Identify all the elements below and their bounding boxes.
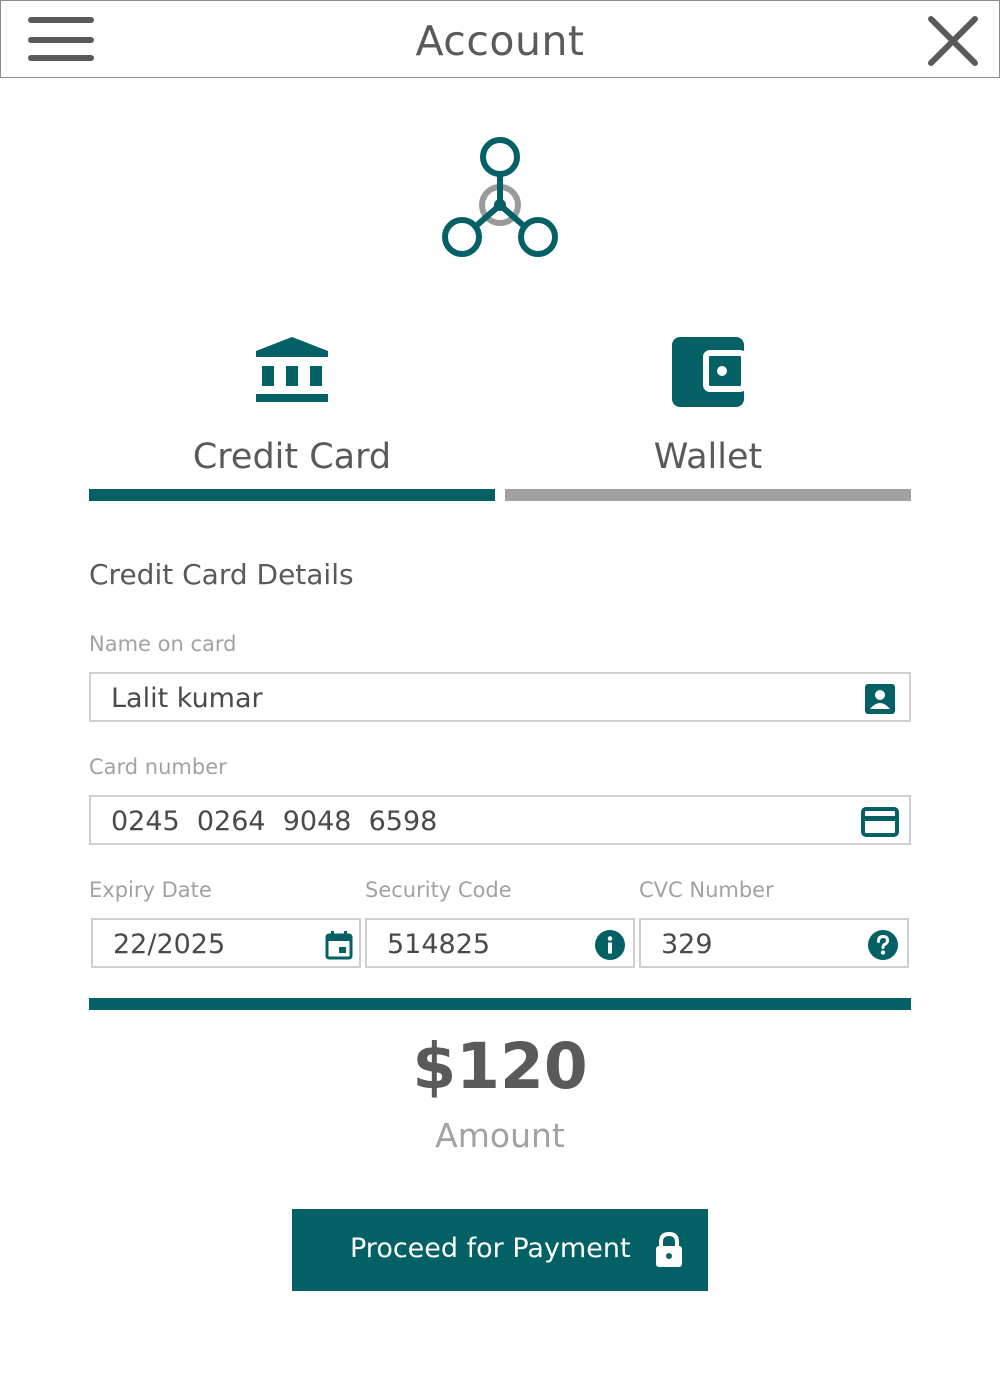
- security-code-field: [365, 918, 635, 968]
- amount-label: Amount: [435, 1116, 565, 1155]
- security-code-input[interactable]: [387, 926, 577, 962]
- name-input[interactable]: [111, 680, 831, 716]
- proceed-payment-button[interactable]: Proceed for Payment: [292, 1209, 708, 1291]
- help-icon[interactable]: [868, 930, 898, 960]
- card-number-input[interactable]: [111, 803, 831, 839]
- tab-inactive-indicator: [505, 489, 911, 501]
- name-label: Name on card: [89, 632, 237, 656]
- proceed-payment-label: Proceed for Payment: [350, 1233, 631, 1264]
- tab-credit-card[interactable]: Credit Card: [89, 325, 495, 505]
- tab-label: Credit Card: [192, 437, 392, 477]
- lock-icon: [654, 1231, 684, 1269]
- wallet-icon: [505, 333, 911, 409]
- calendar-icon[interactable]: [325, 930, 355, 960]
- info-icon[interactable]: [595, 930, 625, 960]
- credit-card-icon: [861, 807, 899, 837]
- card-number-field: [89, 795, 911, 845]
- bank-icon: [89, 333, 495, 409]
- section-title: Credit Card Details: [89, 558, 354, 591]
- card-number-label: Card number: [89, 755, 227, 779]
- contact-card-icon: [865, 684, 895, 714]
- tab-label: Wallet: [653, 437, 763, 477]
- cvc-input[interactable]: [661, 926, 851, 962]
- expiry-label: Expiry Date: [89, 878, 212, 902]
- tab-wallet[interactable]: Wallet: [505, 325, 911, 505]
- share-network-icon: [432, 130, 568, 266]
- close-icon[interactable]: [923, 11, 983, 71]
- tab-active-indicator: [89, 489, 495, 501]
- app-header: Account: [0, 0, 1000, 78]
- amount-value: $120: [412, 1030, 588, 1103]
- security-code-label: Security Code: [365, 878, 512, 902]
- cvc-field: [639, 918, 909, 968]
- cvc-label: CVC Number: [639, 878, 774, 902]
- page-title: Account: [415, 17, 585, 65]
- expiry-input[interactable]: [113, 926, 303, 962]
- section-divider: [89, 998, 911, 1010]
- name-field: [89, 672, 911, 722]
- expiry-field: [91, 918, 361, 968]
